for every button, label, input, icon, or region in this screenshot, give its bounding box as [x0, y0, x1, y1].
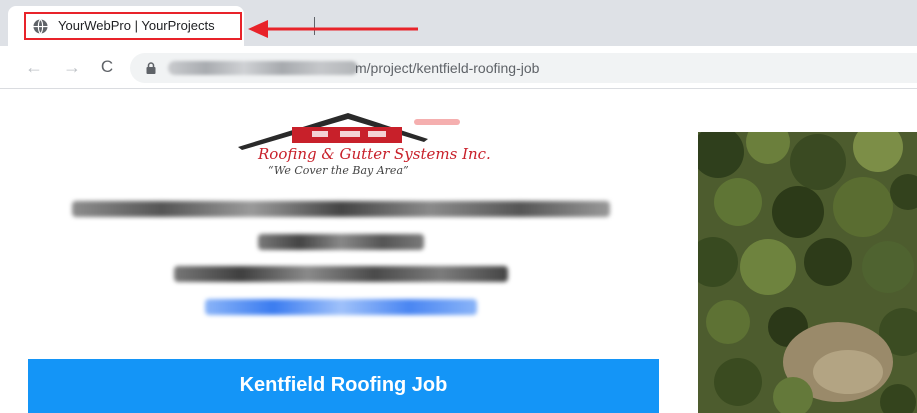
arrow-left-icon[interactable]: ← — [24, 57, 44, 77]
browser-toolbar: ← → C m/project/kentfield-roofing-job — [0, 46, 917, 89]
email-redacted — [174, 266, 508, 282]
project-title: Kentfield Roofing Job — [239, 374, 448, 396]
arrow-right-icon[interactable]: → — [62, 57, 82, 77]
aerial-photo — [698, 132, 917, 413]
company-logo: Roofing & Gutter Systems Inc. “We Cover … — [228, 111, 491, 197]
lock-icon[interactable] — [146, 62, 156, 74]
url-path: m/project/kentfield-roofing-job — [355, 60, 540, 76]
annotation-arrow-icon — [248, 20, 418, 38]
url-domain-redacted — [168, 61, 358, 75]
address-bar[interactable]: m/project/kentfield-roofing-job — [130, 53, 917, 83]
reload-icon[interactable]: C — [97, 57, 117, 77]
project-title-banner: Kentfield Roofing Job — [28, 359, 659, 413]
phone-redacted — [258, 234, 424, 250]
logo-company-line: Roofing & Gutter Systems Inc. — [258, 145, 491, 163]
annotation-highlight-box — [24, 12, 242, 40]
website-link-redacted[interactable] — [205, 299, 477, 315]
logo-tagline: “We Cover the Bay Area” — [268, 164, 409, 177]
tab-strip: YourWebPro | YourProjects — [0, 0, 917, 46]
web-page: Roofing & Gutter Systems Inc. “We Cover … — [0, 89, 917, 413]
company-name-redacted — [72, 201, 610, 217]
